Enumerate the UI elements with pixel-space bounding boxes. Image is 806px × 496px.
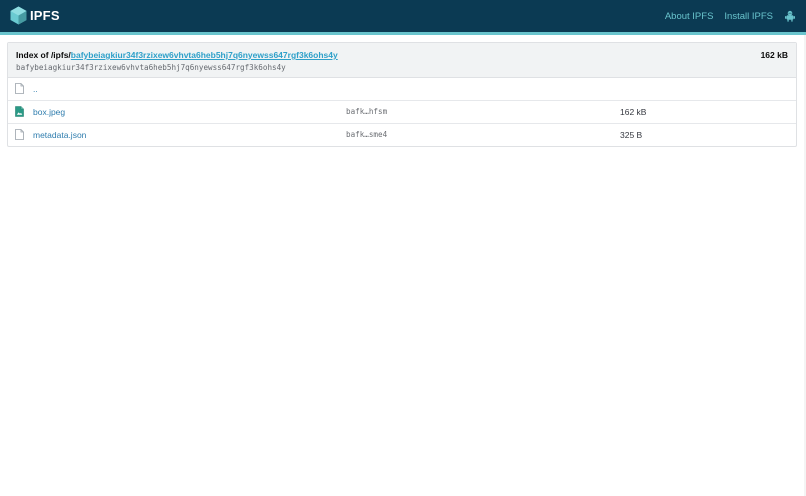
file-size: 325 B [620,130,643,140]
parent-directory-link[interactable]: .. [33,84,38,94]
file-hash[interactable]: bafk…sme4 [346,130,387,139]
github-link[interactable] [784,10,796,22]
top-bar: IPFS About IPFS Install IPFS [0,0,806,35]
file-hash[interactable]: bafk…hfsm [346,107,387,116]
parent-directory-row[interactable]: .. [8,78,796,101]
table-row[interactable]: metadata.json bafk…sme4 325 B [8,124,796,146]
listing-header: Index of /ipfs/bafybeiagkiur34f3rzixew6v… [8,43,796,78]
file-name-link[interactable]: metadata.json [33,130,86,140]
image-file-icon [15,106,24,117]
table-row[interactable]: box.jpeg bafk…hfsm 162 kB [8,101,796,124]
directory-listing: Index of /ipfs/bafybeiagkiur34f3rzixew6v… [7,42,797,147]
logo-text: IPFS [30,8,60,23]
about-ipfs-link[interactable]: About IPFS [665,11,714,22]
header-nav: About IPFS Install IPFS [665,0,796,32]
index-title: Index of /ipfs/bafybeiagkiur34f3rzixew6v… [16,50,338,60]
file-icon [15,129,24,140]
github-octocat-icon [784,10,796,22]
ipfs-logo[interactable]: IPFS [10,6,60,25]
file-icon [15,83,24,94]
ipfs-cube-icon [10,6,27,25]
cid-text: bafybeiagkiur34f3rzixew6vhvta6heb5hj7q6n… [16,63,286,72]
total-size: 162 kB [760,50,788,60]
index-prefix: Index of /ipfs/ [16,50,71,60]
cid-link[interactable]: bafybeiagkiur34f3rzixew6vhvta6heb5hj7q6n… [71,50,338,60]
install-ipfs-link[interactable]: Install IPFS [724,11,773,22]
file-name-link[interactable]: box.jpeg [33,107,65,117]
file-size: 162 kB [620,107,647,117]
